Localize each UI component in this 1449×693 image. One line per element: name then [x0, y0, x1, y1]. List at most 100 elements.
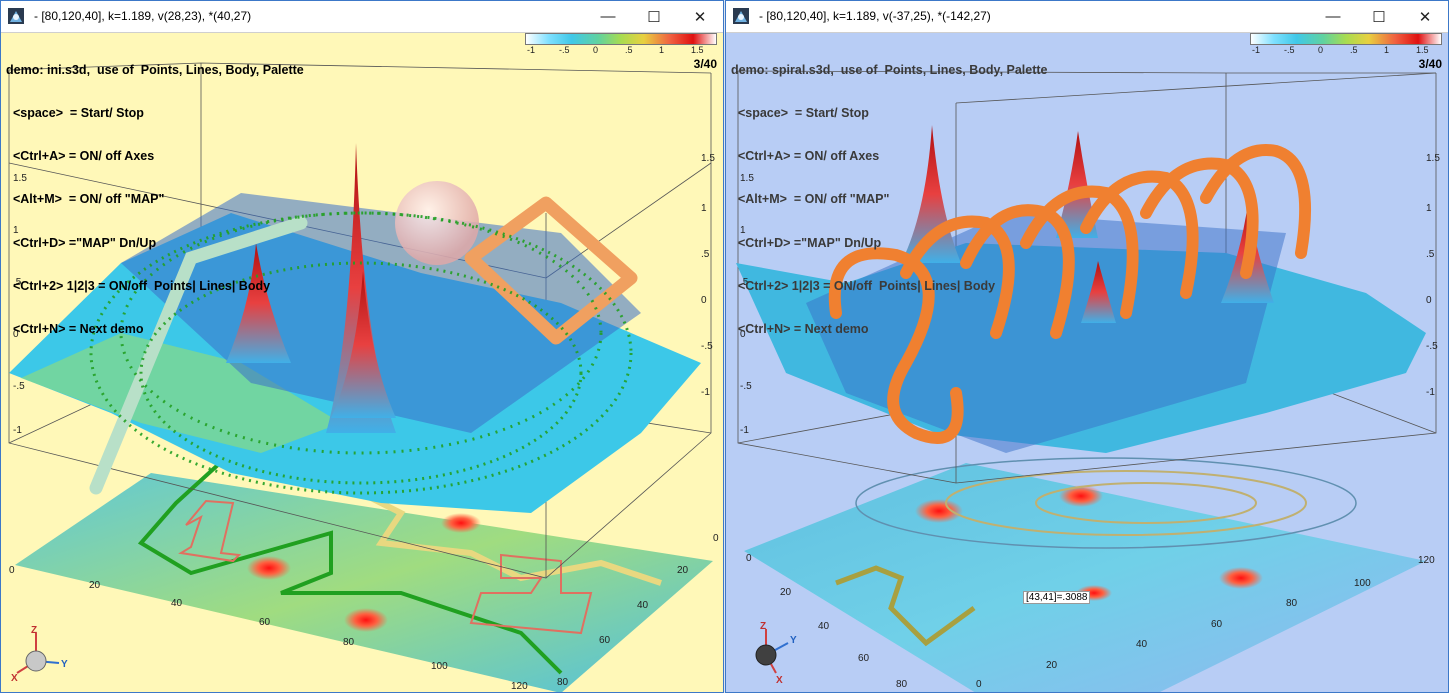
help-line: demo: ini.s3d, use of Points, Lines, Bod… [6, 62, 304, 77]
axis-label-z: Z [760, 621, 766, 632]
help-line: <Ctrl+D> ="MAP" Dn/Up [731, 235, 882, 250]
z-tick: 1.5 [1426, 153, 1440, 164]
hotspot [247, 556, 291, 580]
help-line: <Ctrl+A> = ON/ off Axes [731, 149, 880, 164]
help-line: <Ctrl+2> 1|2|3 = ON/off Points| Lines| B… [6, 278, 271, 293]
help-line: <space> = Start/ Stop [6, 106, 144, 121]
z-tick: 0 [1426, 295, 1432, 306]
help-line: <Ctrl+N> = Next demo [6, 322, 144, 337]
axis-gizmo: Z Y X [755, 621, 797, 686]
hotspot [1219, 567, 1263, 589]
palette-bar [525, 33, 717, 45]
palette-tick: 1.5 [1416, 45, 1429, 55]
palette-tick: .5 [1350, 45, 1358, 55]
demo-counter: 3/40 [1418, 57, 1442, 71]
y-tick: 20 [780, 587, 792, 598]
x-tick: 100 [1354, 578, 1371, 589]
window-title: - [80,120,40], k=1.189, v(-37,25), *(-14… [759, 9, 991, 23]
help-line: <Ctrl+D> ="MAP" Dn/Up [6, 235, 157, 250]
palette-tick: 0 [1318, 45, 1324, 55]
z-tick: -1 [13, 425, 22, 436]
help-line: <Alt+M> = ON/ off "MAP" [6, 192, 165, 207]
z-tick: -1 [701, 387, 710, 398]
help-line: <Ctrl+N> = Next demo [731, 322, 869, 337]
z-tick: 0 [701, 295, 707, 306]
hotspot [1059, 485, 1103, 507]
z-tick: -1 [740, 425, 749, 436]
x-tick: 20 [89, 580, 101, 591]
y-tick: 0 [713, 533, 719, 544]
axis-label-x: X [11, 673, 18, 684]
y-tick: 40 [818, 621, 830, 632]
palette-tick: -.5 [1284, 45, 1295, 55]
x-tick: 120 [1418, 555, 1435, 566]
palette-tick: 0 [593, 45, 599, 55]
close-button[interactable]: ✕ [677, 1, 723, 32]
z-tick: -.5 [701, 341, 713, 352]
hotspot [441, 513, 481, 533]
y-tick: 0 [746, 553, 752, 564]
help-text: demo: spiral.s3d, use of Points, Lines, … [731, 34, 1048, 365]
z-tick: 1 [1426, 203, 1432, 214]
color-palette: -1 -.5 0 .5 1 1.5 [525, 33, 717, 55]
help-line: <Alt+M> = ON/ off "MAP" [731, 192, 890, 207]
z-tick: 1 [701, 203, 707, 214]
y-tick: 80 [896, 679, 908, 690]
palette-bar [1250, 33, 1442, 45]
x-tick: 60 [1211, 619, 1223, 630]
maximize-button[interactable]: ☐ [631, 1, 677, 32]
help-line: <Ctrl+A> = ON/ off Axes [6, 149, 155, 164]
palette-tick: -.5 [559, 45, 570, 55]
axis-gizmo: Z Y X [11, 625, 68, 684]
app-icon [8, 8, 24, 24]
plot-canvas[interactable]: 1.5 1 .5 0 -.5 -1 1.5 1 .5 0 -.5 -1 0 20… [1, 33, 723, 692]
z-tick: .5 [1426, 249, 1435, 260]
app-icon [733, 8, 749, 24]
window-title: - [80,120,40], k=1.189, v(28,23), *(40,2… [34, 9, 252, 23]
help-line: demo: spiral.s3d, use of Points, Lines, … [731, 62, 1048, 77]
minimize-button[interactable]: — [585, 1, 631, 32]
color-palette: -1 -.5 0 .5 1 1.5 [1250, 33, 1442, 55]
minimize-button[interactable]: — [1310, 1, 1356, 32]
probe-readout: [43,41]=.3088 [1023, 591, 1091, 604]
y-tick: 40 [637, 600, 649, 611]
hotspot [915, 499, 963, 523]
z-tick: -.5 [740, 381, 752, 392]
z-tick: -.5 [1426, 341, 1438, 352]
maximize-button[interactable]: ☐ [1356, 1, 1402, 32]
y-tick: 60 [599, 635, 611, 646]
x-tick: 40 [1136, 639, 1148, 650]
x-tick: 80 [1286, 598, 1298, 609]
right-window: - [80,120,40], k=1.189, v(-37,25), *(-14… [725, 0, 1449, 693]
z-tick: -1 [1426, 387, 1435, 398]
plot-canvas[interactable]: 1.5 1 .5 0 -.5 -1 1.5 1 .5 0 -.5 -1 0 20… [726, 33, 1448, 692]
x-tick: 100 [431, 661, 448, 672]
y-tick: 60 [858, 653, 870, 664]
axis-label-y: Y [61, 659, 68, 670]
x-tick: 40 [171, 598, 183, 609]
x-tick: 0 [9, 565, 15, 576]
axis-label-x: X [776, 675, 783, 686]
title-bar[interactable]: - [80,120,40], k=1.189, v(28,23), *(40,2… [1, 1, 723, 33]
x-tick: 120 [511, 681, 528, 692]
axis-label-z: Z [31, 625, 37, 636]
title-bar[interactable]: - [80,120,40], k=1.189, v(-37,25), *(-14… [726, 1, 1448, 33]
x-tick: 60 [259, 617, 271, 628]
close-button[interactable]: ✕ [1402, 1, 1448, 32]
demo-counter: 3/40 [693, 57, 717, 71]
y-tick: 20 [677, 565, 689, 576]
hotspot [344, 608, 388, 632]
z-tick: 1.5 [701, 153, 715, 164]
help-line: <Ctrl+2> 1|2|3 = ON/off Points| Lines| B… [731, 278, 996, 293]
x-tick: 80 [343, 637, 355, 648]
palette-tick: 1.5 [691, 45, 704, 55]
left-window: - [80,120,40], k=1.189, v(28,23), *(40,2… [0, 0, 724, 693]
floor-map [15, 473, 713, 692]
z-tick: -.5 [13, 381, 25, 392]
palette-tick: -1 [1252, 45, 1261, 55]
axis-label-y: Y [790, 635, 797, 646]
x-tick: 0 [976, 679, 982, 690]
x-tick: 20 [1046, 660, 1058, 671]
y-tick: 80 [557, 677, 569, 688]
help-line: <space> = Start/ Stop [731, 106, 869, 121]
